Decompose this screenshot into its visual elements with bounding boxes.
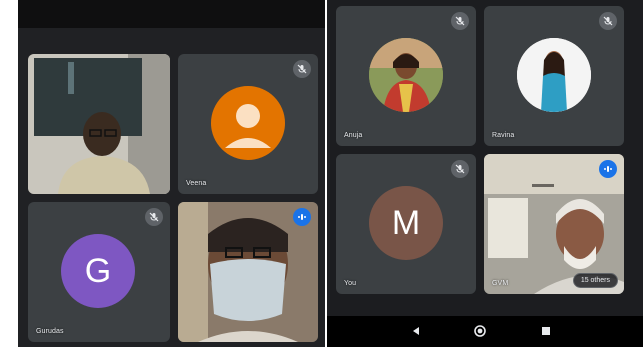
- left-meeting-screen: Veena G Gurudas: [18, 0, 325, 347]
- mic-off-icon: [145, 208, 163, 226]
- participant-name: Anuja: [344, 132, 363, 139]
- speaking-indicator-icon: [599, 160, 617, 178]
- avatar: [517, 38, 591, 112]
- right-meeting-screen: Anuja Ravina M You GVM 15 others: [327, 0, 643, 347]
- participant-name: Gurudas: [36, 328, 64, 335]
- participant-tile-anuja[interactable]: Anuja: [336, 6, 476, 146]
- top-bar: [18, 0, 325, 28]
- person-icon: [211, 86, 285, 160]
- participant-name: GVM: [492, 280, 509, 287]
- mic-off-icon: [599, 12, 617, 30]
- avatar: [369, 38, 443, 112]
- mic-off-icon: [451, 160, 469, 178]
- participant-tile-video-2[interactable]: [178, 202, 318, 342]
- recents-icon[interactable]: [539, 324, 553, 338]
- participant-video-feed: [28, 54, 170, 194]
- back-icon[interactable]: [409, 324, 423, 338]
- participant-tile-you[interactable]: M You: [336, 154, 476, 294]
- participant-name: You: [344, 280, 357, 287]
- participant-name: Veena: [186, 180, 207, 187]
- mic-off-icon: [451, 12, 469, 30]
- participant-tile-video-1[interactable]: [28, 54, 170, 194]
- avatar: M: [369, 186, 443, 260]
- participant-tile-gvm[interactable]: GVM 15 others: [484, 154, 624, 294]
- participant-tile-gurudas[interactable]: G Gurudas: [28, 202, 170, 342]
- speaking-indicator-icon: [293, 208, 311, 226]
- participant-name: Ravina: [492, 132, 515, 139]
- participant-tile-ravina[interactable]: Ravina: [484, 6, 624, 146]
- others-count-button[interactable]: 15 others: [572, 273, 618, 288]
- participant-tile-veena[interactable]: Veena: [178, 54, 318, 194]
- navigation-bar: [327, 316, 643, 347]
- home-icon[interactable]: [473, 324, 487, 338]
- mic-off-icon: [293, 60, 311, 78]
- avatar: G: [61, 234, 135, 308]
